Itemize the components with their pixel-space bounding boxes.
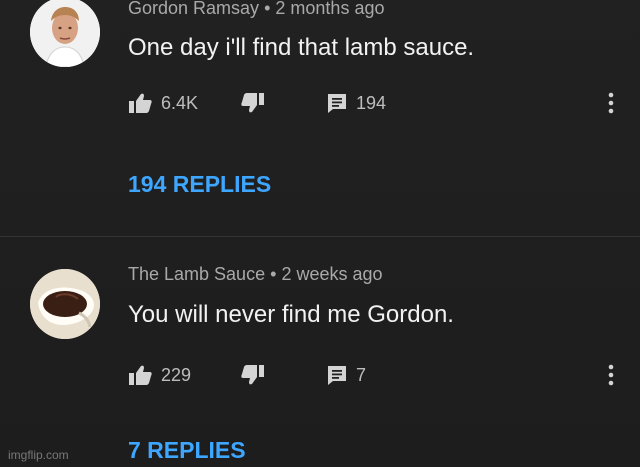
comment-gordon-ramsay: Gordon Ramsay • 2 months ago One day i'l… (0, 0, 640, 236)
view-replies-link[interactable]: 7 REPLIES (128, 437, 246, 464)
meta-separator: • (270, 264, 277, 284)
comment-meta: Gordon Ramsay • 2 months ago (128, 0, 384, 19)
view-replies-link[interactable]: 194 REPLIES (128, 171, 271, 198)
like-count: 6.4K (161, 92, 199, 113)
comment-time[interactable]: 2 months ago (275, 0, 384, 18)
sauce-boat-avatar-image (30, 269, 100, 339)
reply-button[interactable]: 7 (326, 360, 366, 390)
avatar[interactable] (30, 269, 100, 339)
comment-icon (326, 364, 348, 386)
thumbs-down-icon (240, 92, 265, 114)
comment-meta: The Lamb Sauce • 2 weeks ago (128, 264, 383, 285)
like-count: 229 (161, 364, 192, 385)
chef-avatar-image (30, 0, 100, 67)
comment-time[interactable]: 2 weeks ago (281, 264, 382, 284)
reply-button[interactable]: 194 (326, 88, 386, 118)
reply-count: 194 (356, 92, 387, 113)
thumbs-up-icon (128, 364, 153, 386)
watermark: imgflip.com (8, 448, 69, 462)
dislike-button[interactable] (240, 88, 265, 118)
comment-the-lamb-sauce: The Lamb Sauce • 2 weeks ago You will ne… (0, 236, 640, 467)
author-name[interactable]: Gordon Ramsay (128, 0, 259, 18)
more-vert-icon[interactable] (604, 361, 618, 389)
thumbs-up-icon (128, 92, 153, 114)
thumbs-down-icon (240, 364, 265, 386)
dislike-button[interactable] (240, 360, 265, 390)
comment-actions: 6.4K 194 (128, 88, 618, 118)
more-vert-icon[interactable] (604, 89, 618, 117)
author-name[interactable]: The Lamb Sauce (128, 264, 265, 284)
comment-text: You will never find me Gordon. (128, 301, 454, 328)
comment-icon (326, 92, 348, 114)
like-button[interactable]: 6.4K (128, 88, 198, 118)
comment-text: One day i'll find that lamb sauce. (128, 34, 475, 61)
like-button[interactable]: 229 (128, 360, 191, 390)
reply-count: 7 (356, 364, 367, 385)
comment-actions: 229 7 (128, 360, 618, 390)
meta-separator: • (264, 0, 271, 18)
comments-screen: Gordon Ramsay • 2 months ago One day i'l… (0, 0, 640, 467)
avatar[interactable] (30, 0, 100, 67)
